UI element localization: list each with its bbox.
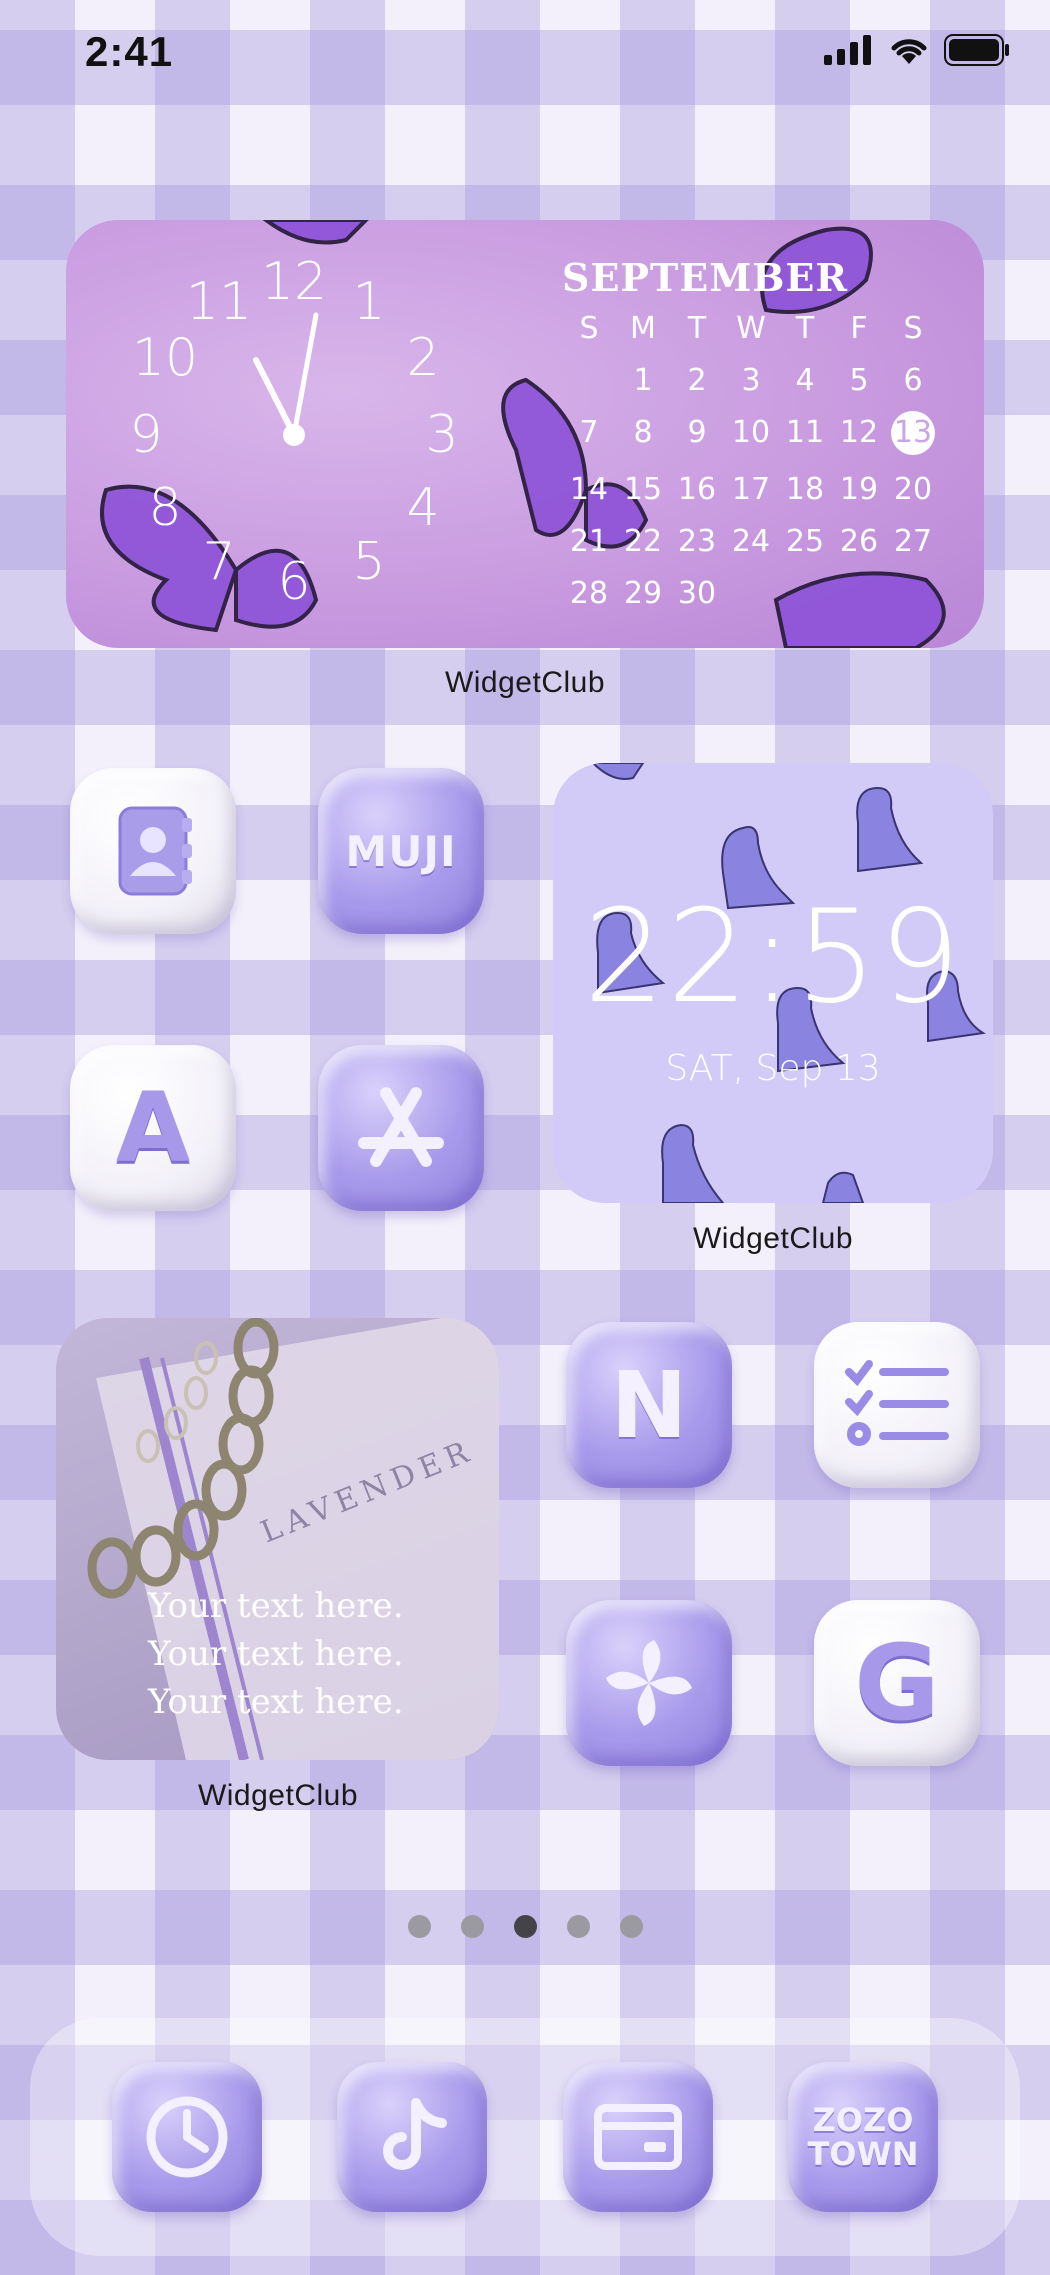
digital-clock-widget[interactable]: 22:59 SAT, Sep 13 (553, 763, 993, 1203)
calendar-day: 3 (741, 363, 761, 398)
muji-logo-text: MUJI (345, 826, 457, 876)
clock-time: 22:59 (583, 883, 963, 1032)
font-app-icon[interactable]: A (70, 1045, 236, 1211)
calendar-month: SEPTEMBER (562, 255, 848, 300)
dock: ZOZO TOWN (30, 2018, 1020, 2256)
calendar-day: 17 (731, 472, 771, 507)
clock-hands (253, 312, 319, 446)
photo-text-widget[interactable]: LAVENDER Your text here. Your text here.… (56, 1318, 499, 1760)
netflix-app-icon[interactable]: N (566, 1322, 732, 1488)
calendar-day: 11 (785, 415, 825, 450)
calendar-day: 20 (893, 472, 933, 507)
widget-text-line: Your text here. (148, 1586, 404, 1626)
status-time: 2:41 (85, 28, 174, 75)
calendar-day: 24 (731, 524, 771, 559)
widget-label: WidgetClub (197, 1779, 359, 1812)
page-dot[interactable] (460, 1915, 484, 1938)
calendar-day: 15 (623, 472, 663, 507)
widget-label: WidgetClub (444, 666, 606, 699)
zozotown-app-icon[interactable]: ZOZO TOWN (788, 2062, 938, 2212)
music-note-icon (383, 2098, 447, 2170)
calendar-day: 19 (839, 472, 879, 507)
checklist-icon (845, 1360, 949, 1446)
card-icon (594, 2104, 682, 2170)
weekday-sat: S (903, 311, 923, 346)
calendar-day: 4 (795, 363, 815, 398)
google-app-icon[interactable]: G (814, 1600, 980, 1766)
calendar-day: 7 (579, 415, 599, 450)
clock-date: SAT, Sep 13 (665, 1048, 881, 1089)
weekday-thu: T (795, 311, 815, 346)
page-indicator[interactable] (0, 1915, 1050, 1938)
calendar-day (562, 364, 616, 398)
weekday-mon: M (630, 311, 656, 346)
weekday-tue: T (687, 311, 707, 346)
status-icons (824, 34, 1010, 66)
letter-n-text: N (610, 1351, 688, 1459)
contacts-app-icon[interactable] (70, 768, 236, 934)
weekday-wed: W (736, 311, 766, 346)
calendar-day: 26 (839, 524, 879, 559)
calendar-day: 8 (633, 415, 653, 450)
calendar-day: 10 (731, 415, 771, 450)
calendar-day: 16 (677, 472, 717, 507)
app-store-app-icon[interactable] (318, 1045, 484, 1211)
calendar-day: 23 (677, 524, 717, 559)
page-dot[interactable] (619, 1915, 643, 1938)
widget-label: WidgetClub (692, 1222, 854, 1255)
page-dot-active[interactable] (513, 1915, 537, 1938)
battery-icon (944, 34, 1009, 66)
wifi-icon (891, 39, 927, 64)
tiktok-app-icon[interactable] (337, 2062, 487, 2212)
calendar-day: 2 (687, 363, 707, 398)
pinwheel-icon (606, 1640, 692, 1726)
calendar-day: 9 (687, 415, 707, 450)
wallet-app-icon[interactable] (563, 2062, 713, 2212)
calendar-day: 30 (677, 576, 717, 611)
weekday-fri: F (850, 311, 868, 346)
widget-text-line: Your text here. (148, 1634, 404, 1674)
calendar-day: 5 (849, 363, 869, 398)
calendar-day: 14 (569, 472, 609, 507)
widget-text-line: Your text here. (148, 1682, 404, 1722)
calendar-day: 28 (569, 576, 609, 611)
calendar-day: 21 (569, 524, 609, 559)
calendar-day: 18 (785, 472, 825, 507)
app-store-icon (358, 1087, 444, 1167)
clock-icon (146, 2096, 228, 2178)
contacts-book-icon (118, 806, 192, 896)
muji-app-icon[interactable]: MUJI (318, 768, 484, 934)
calendar-day: 12 (839, 415, 879, 450)
cellular-signal-icon (824, 35, 871, 65)
weekday-sun: S (579, 311, 599, 346)
letter-a-text: A (115, 1072, 191, 1184)
calendar-day: 1 (633, 363, 653, 398)
calendar-day: 27 (893, 524, 933, 559)
clock-app-icon[interactable] (112, 2062, 262, 2212)
calendar-day: 22 (623, 524, 663, 559)
page-dot[interactable] (566, 1915, 590, 1938)
analog-clock: 12 1 2 3 4 5 6 7 8 9 10 11 (66, 220, 496, 648)
town-text: TOWN (807, 2135, 919, 2173)
reminders-app-icon[interactable] (814, 1322, 980, 1488)
calendar-day: 29 (623, 576, 663, 611)
calendar-day: 25 (785, 524, 825, 559)
calendar-day: 6 (903, 363, 923, 398)
calendar-clock-widget[interactable]: 12 1 2 3 4 5 6 7 8 9 10 11 SEPTEMBER S M… (66, 220, 984, 648)
pinwheel-app-icon[interactable] (566, 1600, 732, 1766)
calendar-today: 13 (891, 411, 935, 455)
letter-g-text: G (854, 1622, 940, 1744)
page-dot[interactable] (407, 1915, 431, 1938)
calendar-grid: S M T W T F S 1 2 3 4 5 6 7 8 9 10 11 12… (562, 312, 984, 611)
zozo-text: ZOZO (812, 2101, 914, 2139)
